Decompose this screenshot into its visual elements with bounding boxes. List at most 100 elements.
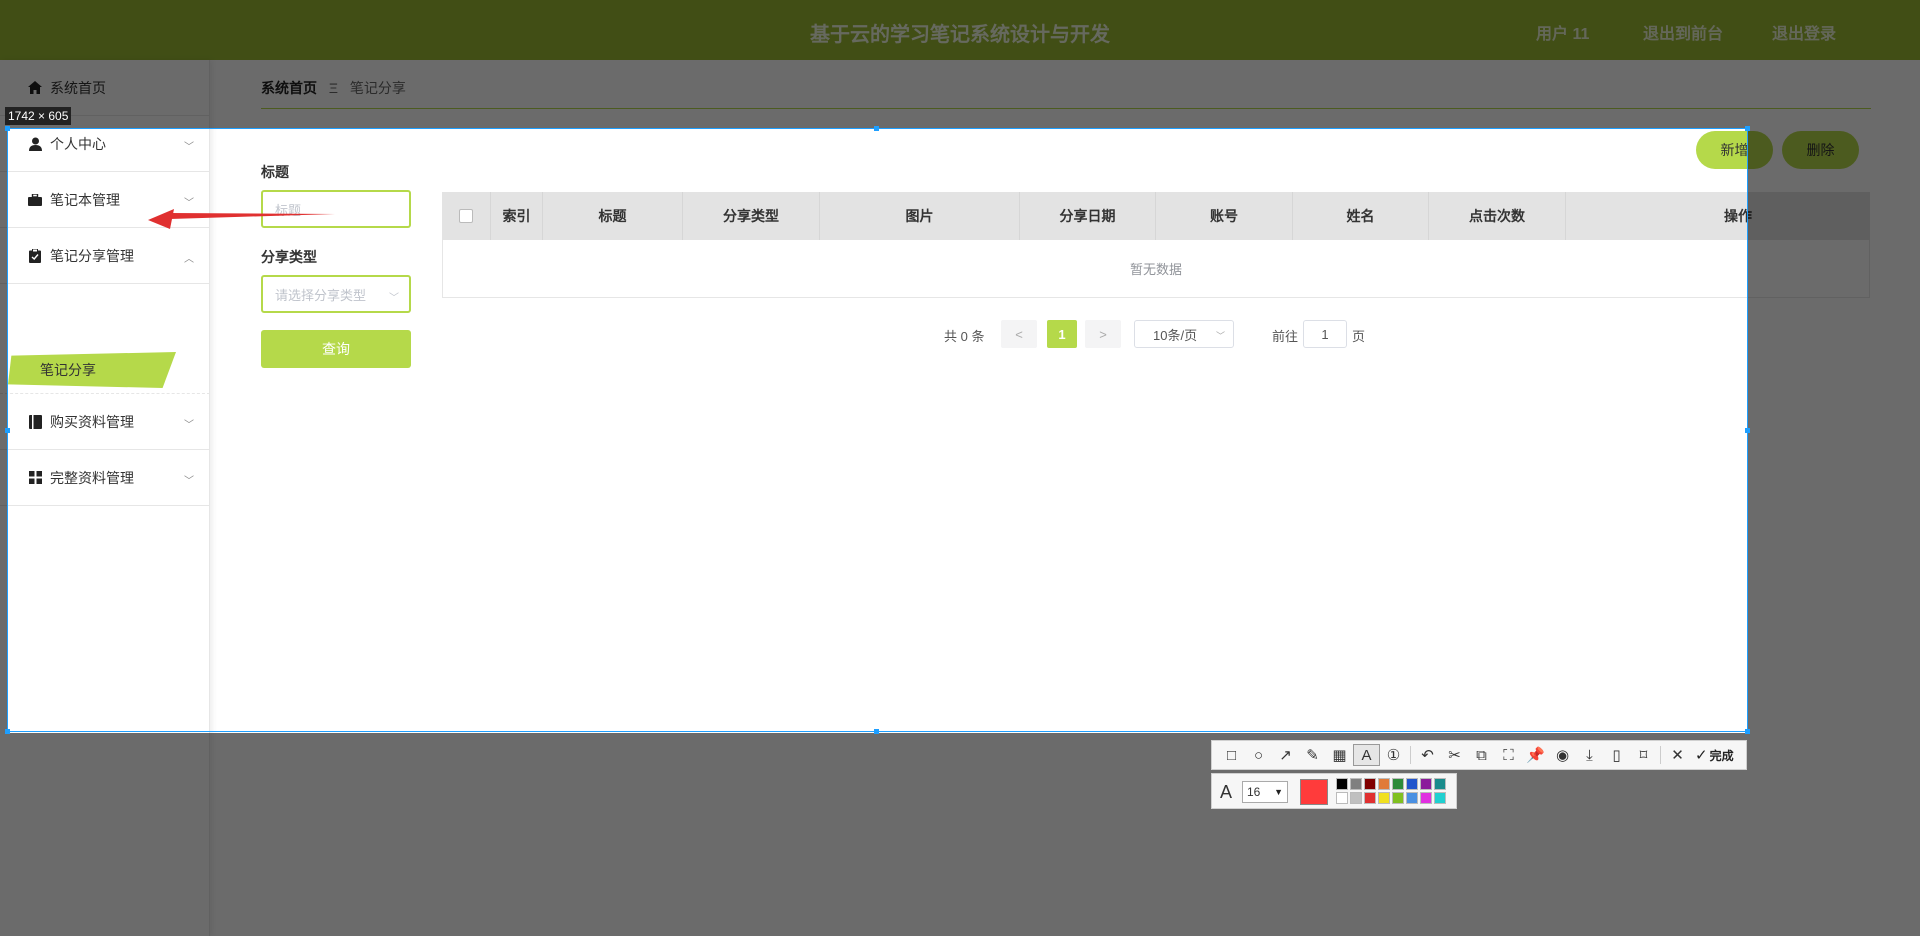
sidebar-item-note-share[interactable]: 笔记分享管理 ︿ bbox=[0, 228, 210, 284]
column-header[interactable]: 分享类型 bbox=[683, 192, 820, 240]
record-icon[interactable]: ◉ bbox=[1549, 744, 1576, 766]
resize-handle[interactable] bbox=[1745, 428, 1750, 433]
pin-icon[interactable]: 📌 bbox=[1522, 744, 1549, 766]
next-page-button[interactable]: > bbox=[1085, 320, 1121, 348]
goto-suffix: 页 bbox=[1352, 329, 1366, 344]
share-type-select[interactable]: 请选择分享类型 ﹀ bbox=[261, 275, 411, 313]
goto-page-input[interactable]: 1 bbox=[1303, 320, 1347, 348]
sidebar-item-purchase-materials[interactable]: 购买资料管理 ﹀ bbox=[0, 394, 210, 450]
color-swatch[interactable] bbox=[1350, 778, 1362, 790]
resize-handle[interactable] bbox=[1745, 729, 1750, 734]
download-icon[interactable]: ⤓ bbox=[1576, 744, 1603, 766]
mosaic-tool-icon[interactable]: ▦ bbox=[1326, 744, 1353, 766]
font-size-select[interactable]: 16 ▼ bbox=[1242, 781, 1288, 803]
color-swatch[interactable] bbox=[1420, 778, 1432, 790]
back-to-frontend-link[interactable]: 退出到前台 bbox=[1643, 20, 1723, 44]
chevron-down-icon: ﹀ bbox=[1215, 331, 1225, 341]
color-swatch[interactable] bbox=[1406, 778, 1418, 790]
sidebar-item-label: 笔记本管理 bbox=[50, 191, 120, 208]
current-color-swatch[interactable] bbox=[1300, 779, 1328, 805]
delete-button[interactable]: 删除 bbox=[1782, 131, 1859, 169]
share-type-label: 分享类型 bbox=[261, 249, 317, 265]
column-header[interactable]: 标题 bbox=[543, 192, 683, 240]
app-title: 基于云的学习笔记系统设计与开发 bbox=[810, 24, 1110, 46]
column-header[interactable]: 分享日期 bbox=[1020, 192, 1156, 240]
color-swatch[interactable] bbox=[1434, 792, 1446, 804]
pagination: 共 0 条 < 1 > 10条/页 ﹀ 前往 1 页 bbox=[0, 320, 1920, 348]
check-icon: ✓ bbox=[1695, 747, 1708, 764]
chevron-down-icon: ﹀ bbox=[184, 476, 194, 487]
table-empty-text: 暂无数据 bbox=[442, 240, 1870, 298]
resize-handle[interactable] bbox=[874, 126, 879, 131]
ellipse-tool-icon[interactable]: ○ bbox=[1245, 744, 1272, 766]
color-swatch[interactable] bbox=[1392, 778, 1404, 790]
current-page-button[interactable]: 1 bbox=[1047, 320, 1077, 348]
color-swatch[interactable] bbox=[1406, 792, 1418, 804]
column-header[interactable]: 索引 bbox=[491, 192, 543, 240]
rectangle-tool-icon[interactable]: □ bbox=[1218, 744, 1245, 766]
table-header: 索引 标题 分享类型 图片 分享日期 账号 姓名 点击次数 操作 bbox=[442, 192, 1870, 240]
add-button[interactable]: 新增 bbox=[1696, 131, 1773, 169]
column-header[interactable]: 点击次数 bbox=[1429, 192, 1566, 240]
title-search-input[interactable]: 标题 bbox=[261, 190, 411, 228]
page-size-select[interactable]: 10条/页 ﹀ bbox=[1134, 320, 1234, 348]
sidebar-item-label: 系统首页 bbox=[50, 79, 106, 96]
text-tool-icon[interactable]: A bbox=[1353, 744, 1380, 766]
scissors-icon[interactable]: ✂ bbox=[1441, 744, 1468, 766]
resize-handle[interactable] bbox=[5, 428, 10, 433]
bookmark-icon[interactable]: ⌑ bbox=[1630, 744, 1657, 766]
chevron-down-icon: ﹀ bbox=[184, 420, 194, 431]
undo-icon[interactable]: ↶ bbox=[1414, 744, 1441, 766]
color-swatch[interactable] bbox=[1336, 778, 1348, 790]
clipboard-icon bbox=[26, 248, 44, 263]
grid-icon bbox=[26, 471, 44, 484]
column-header[interactable]: 姓名 bbox=[1293, 192, 1429, 240]
user-name-link[interactable]: 用户 11 bbox=[1536, 20, 1589, 44]
arrow-tool-icon[interactable]: ↗ bbox=[1272, 744, 1299, 766]
number-marker-icon[interactable]: ① bbox=[1380, 744, 1407, 766]
pagination-total: 共 0 条 bbox=[944, 329, 985, 344]
sidebar-item-label: 完整资料管理 bbox=[50, 469, 134, 486]
share-type-placeholder: 请选择分享类型 bbox=[275, 287, 367, 303]
user-icon bbox=[26, 137, 44, 151]
color-swatch[interactable] bbox=[1378, 792, 1390, 804]
font-size-value: 16 bbox=[1247, 785, 1261, 799]
color-swatch[interactable] bbox=[1434, 778, 1446, 790]
color-swatch[interactable] bbox=[1420, 792, 1432, 804]
resize-handle[interactable] bbox=[5, 729, 10, 734]
breadcrumb-home[interactable]: 系统首页 bbox=[261, 80, 317, 96]
logout-link[interactable]: 退出登录 bbox=[1772, 20, 1836, 44]
column-header[interactable]: 图片 bbox=[820, 192, 1020, 240]
pen-tool-icon[interactable]: ✎ bbox=[1299, 744, 1326, 766]
column-header[interactable]: 操作 bbox=[1566, 192, 1870, 240]
done-button[interactable]: ✓ 完成 bbox=[1695, 746, 1734, 764]
color-swatch[interactable] bbox=[1364, 778, 1376, 790]
resize-handle[interactable] bbox=[874, 729, 879, 734]
column-header[interactable]: 账号 bbox=[1156, 192, 1293, 240]
color-swatch[interactable] bbox=[1336, 792, 1348, 804]
breadcrumb-separator: Ξ bbox=[328, 80, 338, 96]
toolbar-divider bbox=[1410, 746, 1411, 764]
select-all-checkbox[interactable] bbox=[459, 209, 473, 223]
prev-page-button[interactable]: < bbox=[1001, 320, 1037, 348]
chevron-down-icon: ﹀ bbox=[389, 293, 399, 304]
breadcrumb: 系统首页 Ξ 笔记分享 bbox=[261, 78, 406, 98]
ocr-icon[interactable]: ⧉ bbox=[1468, 744, 1495, 766]
color-swatch[interactable] bbox=[1378, 778, 1390, 790]
done-label: 完成 bbox=[1709, 748, 1734, 763]
chevron-down-icon: ▼ bbox=[1274, 787, 1283, 797]
resize-handle[interactable] bbox=[1745, 126, 1750, 131]
color-swatch[interactable] bbox=[1392, 792, 1404, 804]
resize-handle[interactable] bbox=[5, 126, 10, 131]
phone-icon[interactable]: ▯ bbox=[1603, 744, 1630, 766]
home-icon bbox=[26, 81, 44, 94]
sidebar-subitem-note-share[interactable]: 笔记分享 bbox=[8, 352, 176, 388]
sidebar-item-notebook[interactable]: 笔记本管理 ﹀ bbox=[0, 172, 210, 228]
color-swatch[interactable] bbox=[1350, 792, 1362, 804]
close-icon[interactable]: ✕ bbox=[1664, 744, 1691, 766]
color-swatch[interactable] bbox=[1364, 792, 1376, 804]
page-size-value: 10条/页 bbox=[1153, 327, 1198, 343]
sidebar-item-full-materials[interactable]: 完整资料管理 ﹀ bbox=[0, 450, 210, 506]
breadcrumb-current: 笔记分享 bbox=[349, 80, 406, 96]
fullscreen-icon[interactable]: ⛶ bbox=[1495, 744, 1522, 766]
